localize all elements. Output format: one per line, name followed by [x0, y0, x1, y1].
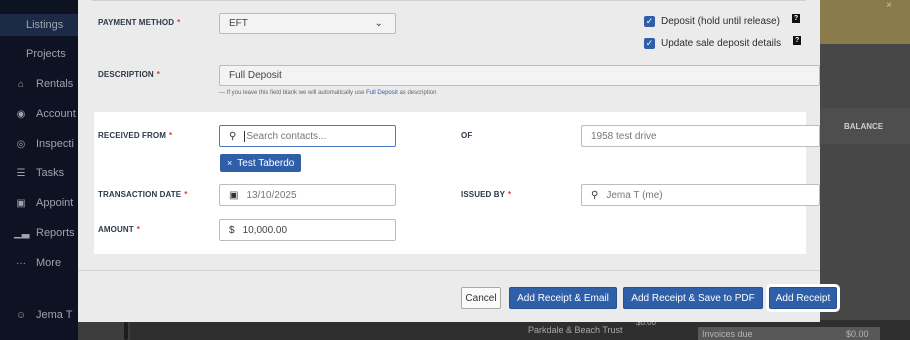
required-mark: * — [168, 131, 173, 140]
sidebar-item-label: Appoint — [36, 197, 74, 209]
search-icon: ⚲ — [591, 189, 599, 201]
bar-chart-icon: ▁▃ — [14, 227, 30, 239]
amount-input[interactable]: $ 10,000.00 — [219, 219, 396, 241]
hint-link[interactable]: Full Deposit — [366, 90, 398, 96]
contact-chip-label: Test Taberdo — [237, 157, 295, 169]
transaction-date-input[interactable]: ▣ 13/10/2025 — [219, 184, 396, 206]
received-from-placeholder: Search contacts... — [246, 130, 327, 142]
more-icon: ··· — [16, 257, 26, 269]
sidebar-item-more[interactable]: ··· More — [0, 252, 78, 274]
issued-by-label-text: ISSUED BY — [461, 190, 506, 199]
sidebar-item-label: Rentals — [36, 78, 74, 90]
trust-account-label: Parkdale & Beach Trust — [528, 325, 623, 335]
sidebar-item-tasks[interactable]: ☰ Tasks — [0, 162, 78, 184]
of-input[interactable]: 1958 test drive — [581, 125, 820, 147]
required-mark: * — [184, 190, 188, 199]
issued-by-input[interactable]: ⚲ Jema T (me) — [581, 184, 820, 206]
sidebar-item-inspections[interactable]: ◎ Inspecti — [0, 133, 78, 155]
sidebar-item-label: Tasks — [36, 167, 65, 179]
of-value: 1958 test drive — [591, 130, 657, 142]
text-cursor — [244, 130, 246, 142]
sidebar-item-reports[interactable]: ▁▃ Reports — [0, 222, 78, 244]
amount-label: AMOUNT * — [98, 225, 140, 234]
payment-method-select[interactable]: EFT ⌄ — [219, 13, 396, 34]
description-label: DESCRIPTION * — [98, 70, 160, 79]
add-receipt-email-button[interactable]: Add Receipt & Email — [509, 287, 617, 309]
footer-divider — [78, 270, 820, 271]
sidebar-item-appointments[interactable]: ▣ Appoint — [0, 192, 78, 214]
invoices-due-value: $0.00 — [846, 329, 869, 339]
required-mark: * — [156, 70, 160, 79]
tasks-icon: ☰ — [16, 167, 26, 179]
sidebar: Listings Projects ⌂ Rentals ◉ Account ◎ … — [0, 0, 78, 340]
hint-prefix: — If you leave this field blank we will … — [219, 90, 365, 96]
sidebar-item-label: Account — [36, 108, 76, 120]
transaction-date-label-text: TRANSACTION DATE — [98, 190, 182, 199]
eye-icon: ◎ — [16, 138, 26, 150]
received-from-label-text: RECEIVED FROM — [98, 131, 166, 140]
dollar-icon: ◉ — [16, 108, 26, 120]
calendar-icon: ▣ — [16, 197, 26, 209]
transaction-date-label: TRANSACTION DATE * — [98, 190, 187, 199]
sidebar-item-label: Reports — [36, 227, 75, 239]
description-value: Full Deposit — [229, 70, 282, 81]
cancel-button[interactable]: Cancel — [461, 287, 501, 309]
sidebar-item-label: Projects — [26, 48, 66, 60]
deposit-hold-row[interactable]: ✓ Deposit (hold until release) ? — [644, 14, 800, 27]
payment-method-label: PAYMENT METHOD * — [98, 18, 180, 27]
currency-symbol: $ — [229, 224, 235, 236]
sidebar-item-label: Listings — [26, 19, 64, 31]
user-icon: ☺ — [15, 309, 27, 321]
payment-method-label-text: PAYMENT METHOD — [98, 18, 175, 27]
description-label-text: DESCRIPTION — [98, 70, 154, 79]
add-receipt-pdf-button[interactable]: Add Receipt & Save to PDF — [623, 287, 763, 309]
issued-by-label: ISSUED BY * — [461, 190, 511, 199]
transaction-date-value: 13/10/2025 — [246, 189, 297, 201]
help-icon[interactable]: ? — [791, 14, 800, 23]
chevron-down-icon: ⌄ — [374, 18, 383, 29]
payment-method-value: EFT — [229, 18, 248, 29]
received-from-label: RECEIVED FROM * — [98, 131, 172, 140]
sidebar-item-account[interactable]: ◉ Account — [0, 103, 78, 125]
deposit-hold-label: Deposit (hold until release) — [661, 16, 780, 27]
balance-header-label: BALANCE — [844, 121, 884, 131]
of-label: OF — [461, 131, 472, 140]
notification-banner: × — [820, 0, 910, 44]
contact-chip[interactable]: × Test Taberdo — [220, 154, 302, 172]
hint-suffix: as description — [399, 90, 437, 96]
help-icon[interactable]: ? — [793, 36, 802, 45]
sidebar-item-projects[interactable]: Projects — [0, 43, 78, 65]
add-receipt-button[interactable]: Add Receipt — [769, 287, 837, 309]
sidebar-item-rentals[interactable]: ⌂ Rentals — [0, 73, 78, 95]
issued-by-value: Jema T (me) — [606, 189, 663, 201]
description-input[interactable]: Full Deposit — [219, 65, 820, 86]
balance-column-header: BALANCE — [820, 108, 910, 144]
required-mark: * — [136, 225, 140, 234]
update-sale-row[interactable]: ✓ Update sale deposit details ? — [644, 36, 802, 49]
search-icon: ⚲ — [229, 130, 237, 142]
scrollbar[interactable] — [124, 322, 128, 340]
divider — [92, 0, 806, 1]
home-icon: ⌂ — [17, 78, 25, 90]
close-icon[interactable]: × — [886, 0, 892, 11]
invoices-due-label: Invoices due — [702, 329, 753, 339]
calendar-icon: ▣ — [229, 189, 239, 201]
amount-value: 10,000.00 — [242, 224, 288, 236]
deposit-hold-checkbox[interactable]: ✓ — [644, 16, 655, 27]
of-label-text: OF — [461, 131, 473, 140]
add-receipt-modal: PAYMENT METHOD * EFT ⌄ ✓ Deposit (hold un… — [78, 0, 837, 322]
received-from-search-input[interactable]: ⚲ Search contacts... — [219, 125, 396, 147]
user-name: Jema T — [36, 309, 73, 321]
required-mark: * — [177, 18, 181, 27]
sidebar-item-label: Inspecti — [36, 138, 74, 150]
update-sale-checkbox[interactable]: ✓ — [644, 38, 655, 49]
amount-label-text: AMOUNT — [98, 225, 134, 234]
sidebar-user[interactable]: ☺ Jema T — [0, 304, 78, 326]
required-mark: * — [508, 190, 512, 199]
sidebar-item-listings[interactable]: Listings — [0, 14, 78, 36]
remove-icon[interactable]: × — [227, 158, 232, 168]
description-hint: — If you leave this field blank we will … — [219, 90, 436, 96]
update-sale-label: Update sale deposit details — [661, 38, 782, 49]
sidebar-item-label: More — [36, 257, 62, 269]
